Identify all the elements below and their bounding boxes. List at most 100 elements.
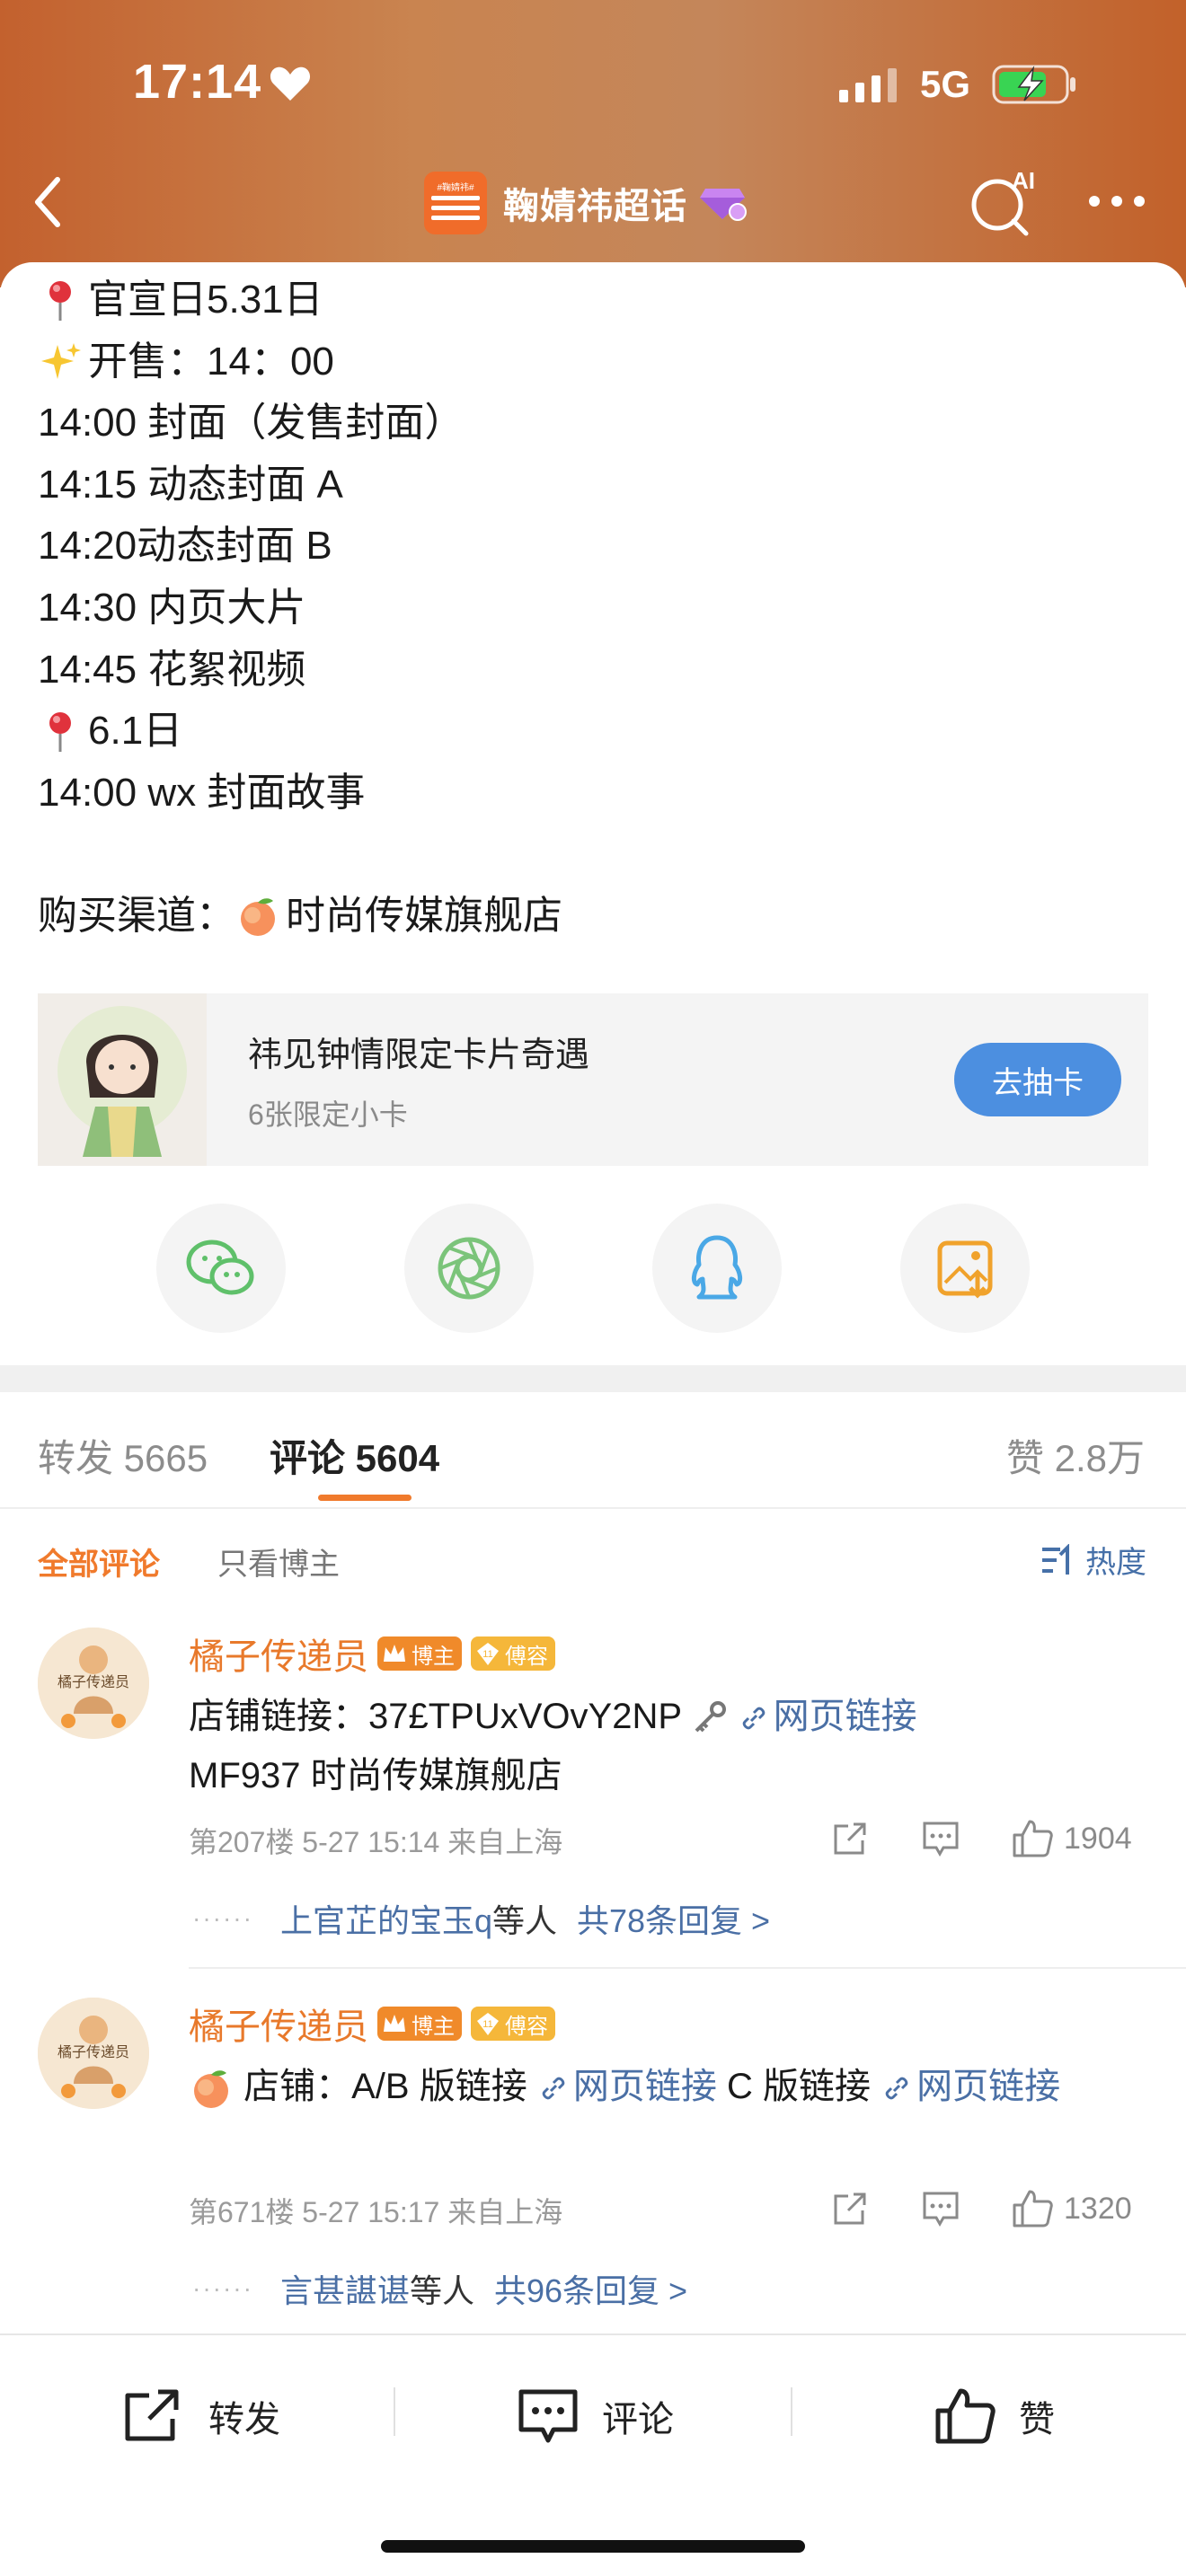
purchase-channel: 购买渠道： 时尚传媒旗舰店 bbox=[38, 886, 1152, 948]
reply-user[interactable]: 言甚諶谌 bbox=[280, 2265, 410, 2312]
post-line: 14:00 wx 封面故事 bbox=[38, 770, 366, 815]
commenter-name[interactable]: 橘子传递员 bbox=[189, 1998, 368, 2050]
battery-charging-icon bbox=[992, 65, 1075, 104]
post-line: 14:30 内页大片 bbox=[38, 585, 306, 630]
signal-icon bbox=[839, 68, 897, 102]
post-line: 开售：14：00 bbox=[38, 331, 1152, 393]
comment-text: 店铺：A/B 版链接 网页链接 C 版链接 网页链接 bbox=[189, 2057, 1159, 2116]
like-button[interactable]: 赞 bbox=[934, 2380, 1055, 2452]
comment-reply-button[interactable] bbox=[922, 2186, 960, 2231]
host-badge: 博主 bbox=[377, 1636, 462, 1671]
comment-icon bbox=[923, 1822, 959, 1857]
comment-like-button[interactable]: 1320 bbox=[1012, 2186, 1132, 2231]
post-line: 14:45 花絮视频 bbox=[38, 647, 306, 692]
pin-icon bbox=[49, 712, 71, 753]
svg-text:橘子传递员: 橘子传递员 bbox=[58, 2043, 129, 2060]
thumbs-up-icon bbox=[1013, 2190, 1053, 2228]
share-row bbox=[0, 1204, 1186, 1335]
save-image-button[interactable] bbox=[900, 1204, 1030, 1333]
comment-icon bbox=[518, 2389, 578, 2443]
svg-text:11: 11 bbox=[482, 1649, 492, 1660]
reply-user[interactable]: 上官芷的宝玉q bbox=[280, 1895, 492, 1942]
thumbs-up-icon bbox=[1013, 1820, 1053, 1857]
comment-text: 店铺链接：37£TPUxVOvY2NP 网页链接 MF937 时尚传媒旗舰店 bbox=[189, 1697, 917, 1795]
commenter-name[interactable]: 橘子传递员 bbox=[189, 1628, 368, 1680]
web-link[interactable]: 网页链接 bbox=[537, 2067, 717, 2106]
back-icon[interactable] bbox=[27, 171, 72, 234]
web-link[interactable]: 网页链接 bbox=[738, 1697, 917, 1736]
topic-logo: #鞠婧祎# bbox=[424, 172, 487, 234]
comment-filter-row: 全部评论 只看博主 热度 bbox=[0, 1527, 1186, 1590]
thumbs-up-icon bbox=[935, 2388, 996, 2444]
web-link[interactable]: 网页链接 bbox=[881, 2067, 1060, 2106]
diamond-badge-icon bbox=[700, 189, 747, 221]
comment-like-button[interactable]: 1904 bbox=[1012, 1816, 1132, 1861]
svg-text:橘子传递员: 橘子传递员 bbox=[58, 1673, 129, 1690]
filter-host-only[interactable]: 只看博主 bbox=[217, 1539, 340, 1584]
honor-badge: 11 傅容 bbox=[471, 2007, 555, 2041]
svg-text:AI: AI bbox=[1012, 167, 1035, 194]
tab-repost[interactable]: 转发 5665 bbox=[38, 1428, 208, 1483]
reply-summary[interactable]: ······ 言甚諶谌 等人 共96条回复 > bbox=[192, 2265, 687, 2312]
sort-by-heat-button[interactable]: 热度 bbox=[1040, 1538, 1146, 1582]
avatar[interactable]: 橘子传递员 bbox=[38, 1998, 149, 2109]
comment-share-button[interactable] bbox=[832, 1816, 868, 1861]
honor-badge: 11 傅容 bbox=[471, 1636, 555, 1671]
comment-button[interactable]: 评论 bbox=[518, 2380, 674, 2452]
avatar[interactable]: 橘子传递员 bbox=[38, 1628, 149, 1739]
share-wechat-button[interactable] bbox=[156, 1204, 286, 1333]
status-time: 17:14 bbox=[133, 55, 262, 109]
comment-meta: 第207楼 5-27 15:14 来自上海 bbox=[189, 1826, 563, 1858]
reply-summary[interactable]: ······ 上官芷的宝玉q 等人 共78条回复 > bbox=[192, 1895, 770, 1942]
card-subtitle: 6张限定小卡 bbox=[248, 1098, 408, 1131]
post-line: 6.1日 bbox=[38, 701, 1152, 763]
comment-divider bbox=[189, 1967, 1186, 1969]
svg-text:11: 11 bbox=[482, 2019, 492, 2030]
reply-count[interactable]: 共78条回复 > bbox=[577, 1895, 770, 1942]
link-icon bbox=[885, 2078, 908, 2100]
ai-search-icon[interactable]: AI bbox=[967, 165, 1039, 237]
crown-icon bbox=[384, 2015, 405, 2032]
filter-all-comments[interactable]: 全部评论 bbox=[38, 1539, 160, 1584]
card-promo[interactable]: 祎见钟情限定卡片奇遇 6张限定小卡 去抽卡 bbox=[38, 993, 1148, 1166]
link-icon bbox=[742, 1707, 765, 1730]
section-divider bbox=[0, 1365, 1186, 1392]
network-type: 5G bbox=[920, 63, 971, 105]
peach-icon bbox=[241, 898, 275, 937]
reply-count[interactable]: 共96条回复 > bbox=[494, 2265, 687, 2312]
topic-title: 鞠婧祎超话 bbox=[503, 187, 687, 226]
crown-icon bbox=[384, 1645, 405, 1662]
header-background bbox=[0, 0, 1186, 287]
post-body: 官宣日5.31日 开售：14：00 14:00 封面（发售封面） 14:15 动… bbox=[38, 269, 1152, 948]
comment-share-button[interactable] bbox=[832, 2186, 868, 2231]
share-moments-button[interactable] bbox=[404, 1204, 534, 1333]
heart-icon bbox=[270, 66, 311, 101]
share-qq-button[interactable] bbox=[652, 1204, 782, 1333]
interaction-tabs: 转发 5665 评论 5604 赞 2.8万 bbox=[0, 1392, 1186, 1509]
comment-actions: 1320 bbox=[827, 2186, 1150, 2231]
comment-reply-button[interactable] bbox=[922, 1816, 960, 1861]
key-icon bbox=[695, 1701, 727, 1733]
topic-header[interactable]: #鞠婧祎# 鞠婧祎超话 bbox=[424, 169, 747, 237]
pin-icon bbox=[49, 281, 71, 322]
sort-icon bbox=[1042, 1543, 1069, 1575]
repost-button[interactable]: 转发 bbox=[122, 2380, 280, 2452]
comment-meta: 第671楼 5-27 15:17 来自上海 bbox=[189, 2196, 563, 2228]
peach-icon bbox=[194, 2070, 228, 2109]
card-title: 祎见钟情限定卡片奇遇 bbox=[248, 1036, 590, 1074]
host-badge: 博主 bbox=[377, 2007, 462, 2041]
honor-level-icon: 11 bbox=[477, 1643, 499, 1665]
more-icon[interactable] bbox=[1085, 190, 1148, 212]
store-link[interactable]: 时尚传媒旗舰店 bbox=[286, 886, 562, 948]
link-icon bbox=[542, 2078, 565, 2100]
honor-level-icon: 11 bbox=[477, 2013, 499, 2035]
home-indicator[interactable] bbox=[381, 2540, 805, 2553]
tab-comment[interactable]: 评论 5604 bbox=[270, 1428, 439, 1483]
post-line: 官宣日5.31日 bbox=[38, 269, 1152, 331]
qq-icon bbox=[691, 1235, 743, 1300]
post-line: 14:20动态封面 B bbox=[38, 524, 332, 569]
sparkles-icon bbox=[41, 342, 81, 379]
comment-icon bbox=[923, 2192, 959, 2227]
draw-card-button[interactable]: 去抽卡 bbox=[954, 1043, 1121, 1116]
tab-like[interactable]: 赞 2.8万 bbox=[1006, 1428, 1145, 1483]
